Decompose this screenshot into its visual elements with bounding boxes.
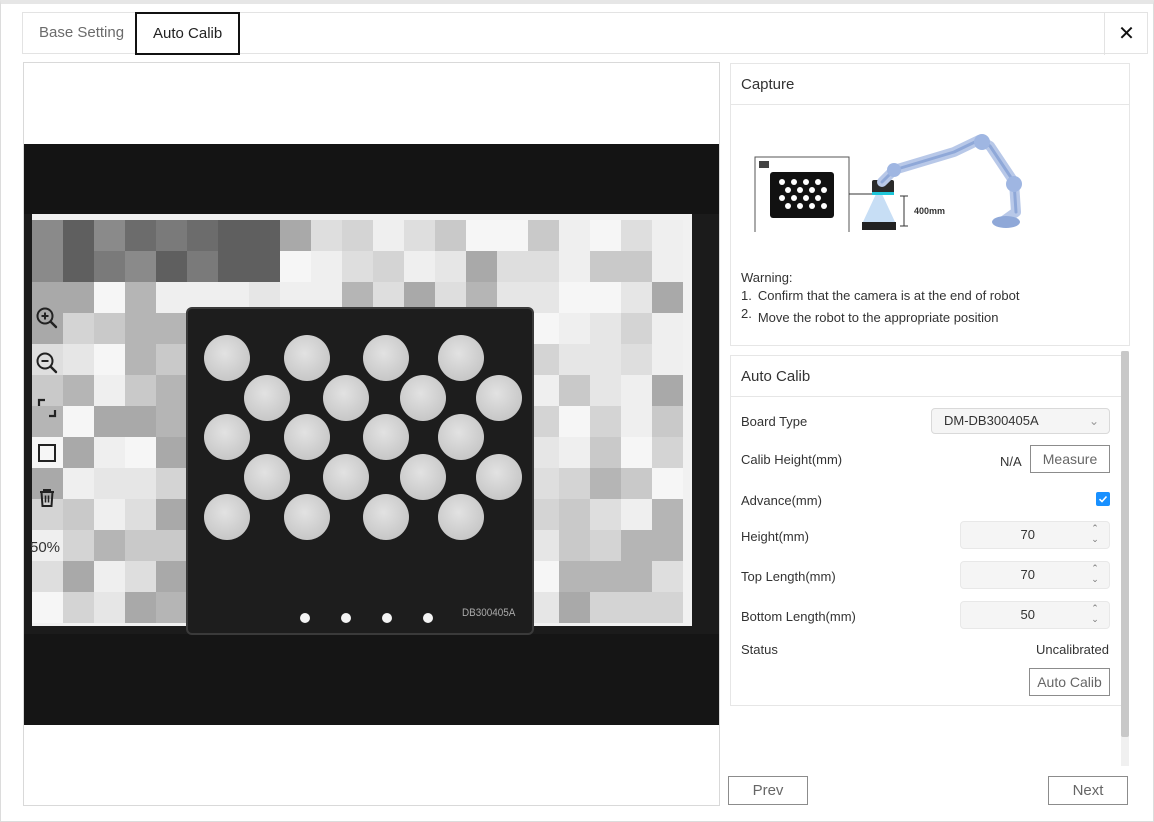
advance-label: Advance(mm) bbox=[741, 493, 822, 508]
panel-scrollbar[interactable] bbox=[1121, 351, 1129, 766]
advance-checkbox[interactable] bbox=[1096, 492, 1110, 506]
height-stepper[interactable]: ⌃ ⌄ bbox=[1089, 523, 1101, 547]
warning-number: 2. bbox=[741, 306, 752, 321]
tab-auto-calib[interactable]: Auto Calib bbox=[135, 12, 241, 55]
warning-heading: Warning: bbox=[741, 270, 793, 285]
warning-text: Confirm that the camera is at the end of… bbox=[757, 288, 1020, 303]
bottom-length-value: 50 bbox=[1020, 607, 1035, 622]
capture-panel: Capture 400mm Warning: 1. Confirm that t… bbox=[730, 63, 1130, 346]
chevron-up-icon[interactable]: ⌃ bbox=[1089, 563, 1101, 574]
chevron-down-icon[interactable]: ⌄ bbox=[1089, 614, 1101, 625]
status-value: Uncalibrated bbox=[1036, 642, 1109, 657]
trash-icon[interactable] bbox=[32, 483, 62, 513]
auto-calib-panel: Auto Calib Board Type DM-DB300405A ⌄ Cal… bbox=[730, 355, 1122, 706]
warning-item: 2. Move the robot to the appropriate pos… bbox=[741, 306, 1019, 326]
viewer-toolbar bbox=[32, 303, 62, 528]
height-label: Height(mm) bbox=[741, 529, 809, 544]
next-button[interactable]: Next bbox=[1048, 776, 1128, 805]
top-length-stepper[interactable]: ⌃ ⌄ bbox=[1089, 563, 1101, 587]
tab-bar: Base Setting Auto Calib ✕ bbox=[22, 12, 1148, 55]
zoom-out-icon[interactable] bbox=[32, 348, 62, 378]
camera-image: DB300405A bbox=[24, 144, 719, 725]
rectangle-icon[interactable] bbox=[32, 438, 62, 468]
top-length-input[interactable]: 70 ⌃ ⌄ bbox=[960, 561, 1110, 589]
calibration-board: DB300405A bbox=[186, 307, 534, 635]
measure-button[interactable]: Measure bbox=[1030, 445, 1110, 473]
zoom-level: 50% bbox=[30, 539, 61, 556]
top-length-label: Top Length(mm) bbox=[741, 569, 836, 584]
prev-button[interactable]: Prev bbox=[728, 776, 808, 805]
close-icon: ✕ bbox=[1118, 23, 1135, 45]
fit-screen-icon[interactable] bbox=[32, 393, 62, 423]
chevron-down-icon[interactable]: ⌄ bbox=[1089, 534, 1101, 545]
height-input[interactable]: 70 ⌃ ⌄ bbox=[960, 521, 1110, 549]
height-value: 70 bbox=[1020, 527, 1035, 542]
calib-height-value: N/A bbox=[1000, 454, 1022, 469]
warning-text: Move the robot to the appropriate positi… bbox=[757, 310, 999, 325]
board-label: DB300405A bbox=[461, 607, 516, 619]
bottom-length-stepper[interactable]: ⌃ ⌄ bbox=[1089, 603, 1101, 627]
chevron-up-icon[interactable]: ⌃ bbox=[1089, 523, 1101, 534]
zoom-in-icon[interactable] bbox=[32, 303, 62, 333]
diagram-distance: 400mm bbox=[914, 206, 945, 216]
chevron-down-icon: ⌄ bbox=[1088, 414, 1099, 428]
chevron-down-icon[interactable]: ⌄ bbox=[1089, 574, 1101, 585]
scrollbar-thumb[interactable] bbox=[1121, 351, 1129, 737]
tab-base-setting[interactable]: Base Setting bbox=[23, 12, 140, 55]
warning-item: 1. Confirm that the camera is at the end… bbox=[741, 287, 1019, 304]
board-type-value: DM-DB300405A bbox=[944, 413, 1039, 428]
warning-block: Warning: 1. Confirm that the camera is a… bbox=[741, 269, 1019, 326]
bottom-length-label: Bottom Length(mm) bbox=[741, 609, 856, 624]
chevron-up-icon[interactable]: ⌃ bbox=[1089, 603, 1101, 614]
dialog-frame: Base Setting Auto Calib ✕ DB300405A 50% … bbox=[0, 0, 1154, 822]
auto-calib-title: Auto Calib bbox=[731, 356, 1121, 397]
status-label: Status bbox=[741, 642, 778, 657]
board-type-label: Board Type bbox=[741, 414, 808, 429]
capture-title: Capture bbox=[731, 64, 1129, 105]
board-type-select[interactable]: DM-DB300405A ⌄ bbox=[931, 408, 1110, 434]
warning-number: 1. bbox=[741, 288, 752, 303]
close-button[interactable]: ✕ bbox=[1104, 12, 1148, 55]
auto-calib-button[interactable]: Auto Calib bbox=[1029, 668, 1110, 696]
calib-height-label: Calib Height(mm) bbox=[741, 452, 843, 467]
capture-diagram: 400mm bbox=[754, 134, 1022, 232]
top-length-value: 70 bbox=[1020, 567, 1035, 582]
image-viewer[interactable]: DB300405A 50% bbox=[23, 62, 720, 806]
bottom-length-input[interactable]: 50 ⌃ ⌄ bbox=[960, 601, 1110, 629]
